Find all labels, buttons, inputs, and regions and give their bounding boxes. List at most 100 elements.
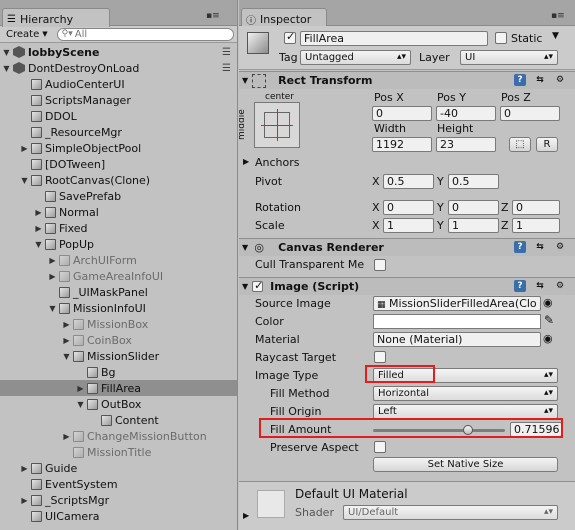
- raycast-target-checkbox[interactable]: [374, 351, 386, 363]
- hierarchy-item[interactable]: ▼ MissionInfoUI: [0, 300, 237, 316]
- hierarchy-item[interactable]: Bg: [0, 364, 237, 380]
- canvas-renderer-header[interactable]: ▼ ◎ Canvas Renderer ? ⇆ ⚙: [239, 238, 575, 256]
- search-input[interactable]: ⚲▾ All: [56, 27, 234, 41]
- pos-y-field[interactable]: -40: [436, 106, 496, 121]
- cull-transparent-checkbox[interactable]: [374, 259, 386, 271]
- help-icon[interactable]: ?: [514, 241, 526, 253]
- image-script-header[interactable]: ▼ Image (Script) ? ⇆ ⚙: [239, 277, 575, 295]
- hierarchy-item[interactable]: SavePrefab: [0, 188, 237, 204]
- fill-origin-dropdown[interactable]: Left ▴▾: [373, 404, 558, 419]
- hierarchy-item[interactable]: ▶ ArchUIForm: [0, 252, 237, 268]
- anchor-presets-button[interactable]: [254, 102, 300, 148]
- scale-y-field[interactable]: 1: [448, 218, 499, 233]
- pivot-x-field[interactable]: 0.5: [383, 174, 434, 189]
- object-picker-icon[interactable]: ◉: [543, 332, 553, 345]
- pivot-y-field[interactable]: 0.5: [448, 174, 499, 189]
- collapse-arrow-icon[interactable]: ▶: [20, 144, 29, 153]
- expand-arrow-icon[interactable]: ▼: [62, 352, 71, 361]
- hierarchy-item[interactable]: AudioCenterUI: [0, 76, 237, 92]
- collapse-arrow-icon[interactable]: ▶: [34, 208, 43, 217]
- hierarchy-item[interactable]: ▶ ChangeMissionButton: [0, 428, 237, 444]
- preserve-aspect-checkbox[interactable]: [374, 441, 386, 453]
- pos-z-field[interactable]: 0: [500, 106, 560, 121]
- tab-inspector[interactable]: ⓘ Inspector: [241, 8, 327, 27]
- hierarchy-item[interactable]: ▶ Guide: [0, 460, 237, 476]
- collapse-arrow-icon[interactable]: ▶: [76, 384, 85, 393]
- tag-dropdown[interactable]: Untagged ▴▾: [300, 50, 411, 65]
- scene-row[interactable]: ▼ DontDestroyOnLoad ☰: [0, 60, 237, 76]
- help-icon[interactable]: ?: [514, 74, 526, 86]
- hierarchy-item[interactable]: ▼ MissionSlider: [0, 348, 237, 364]
- hierarchy-item[interactable]: MissionTitle: [0, 444, 237, 460]
- foldout-arrow-icon[interactable]: ▶: [243, 511, 249, 520]
- hierarchy-item[interactable]: ▶ MissionBox: [0, 316, 237, 332]
- gear-icon[interactable]: ⚙: [554, 74, 566, 86]
- hierarchy-item[interactable]: UICamera: [0, 508, 237, 524]
- scene-menu-icon[interactable]: ☰: [222, 63, 231, 74]
- expand-arrow-icon[interactable]: ▼: [48, 304, 57, 313]
- rect-transform-header[interactable]: ▼ Rect Transform ? ⇆ ⚙: [239, 71, 575, 89]
- hierarchy-item[interactable]: ▶ GameAreaInfoUI: [0, 268, 237, 284]
- expand-arrow-icon[interactable]: ▼: [34, 240, 43, 249]
- expand-arrow-icon[interactable]: ▼: [76, 400, 85, 409]
- hierarchy-item[interactable]: [DOTween]: [0, 156, 237, 172]
- hierarchy-item[interactable]: ▶ FillArea: [0, 380, 237, 396]
- collapse-arrow-icon[interactable]: ▶: [62, 320, 71, 329]
- hierarchy-item[interactable]: ▶ Normal: [0, 204, 237, 220]
- hierarchy-item[interactable]: ScriptsManager: [0, 92, 237, 108]
- scene-row[interactable]: ▼ lobbyScene ☰: [0, 44, 237, 60]
- presets-icon[interactable]: ⇆: [534, 280, 546, 292]
- set-native-size-button[interactable]: Set Native Size: [373, 457, 558, 472]
- blueprint-mode-button[interactable]: ⬚: [509, 137, 531, 152]
- material-field[interactable]: None (Material): [373, 332, 541, 347]
- collapse-arrow-icon[interactable]: ▶: [62, 432, 71, 441]
- hierarchy-item[interactable]: ▼ OutBox: [0, 396, 237, 412]
- hierarchy-item[interactable]: DDOL: [0, 108, 237, 124]
- static-dropdown-icon[interactable]: ▼: [552, 31, 559, 41]
- height-field[interactable]: 23: [436, 137, 496, 152]
- pos-x-field[interactable]: 0: [372, 106, 432, 121]
- hierarchy-item[interactable]: Content: [0, 412, 237, 428]
- hierarchy-item[interactable]: ▶ _ScriptsMgr: [0, 492, 237, 508]
- object-picker-icon[interactable]: ◉: [543, 296, 553, 309]
- shader-dropdown[interactable]: UI/Default ▴▾: [343, 505, 558, 520]
- gear-icon[interactable]: ⚙: [554, 241, 566, 253]
- hierarchy-item[interactable]: ▼ RootCanvas(Clone): [0, 172, 237, 188]
- hierarchy-item[interactable]: ▼ PopUp: [0, 236, 237, 252]
- rot-y-field[interactable]: 0: [448, 200, 499, 215]
- inspector-menu-icon[interactable]: ▪≡: [551, 11, 565, 21]
- collapse-arrow-icon[interactable]: ▶: [20, 496, 29, 505]
- eyedropper-icon[interactable]: ✎: [544, 313, 554, 327]
- tab-hierarchy[interactable]: ☰ Hierarchy: [2, 8, 110, 27]
- collapse-arrow-icon[interactable]: ▶: [34, 224, 43, 233]
- source-image-field[interactable]: ▦ MissionSliderFilledArea(Clo: [373, 296, 541, 311]
- panel-menu-icon[interactable]: ▪≡: [206, 11, 220, 21]
- expand-arrow-icon[interactable]: ▼: [20, 176, 29, 185]
- collapse-arrow-icon[interactable]: ▶: [48, 272, 57, 281]
- collapse-arrow-icon[interactable]: ▶: [48, 256, 57, 265]
- layer-dropdown[interactable]: UI ▴▾: [460, 50, 558, 65]
- color-swatch[interactable]: [373, 314, 541, 329]
- width-field[interactable]: 1192: [372, 137, 432, 152]
- hierarchy-item[interactable]: ▶ Fixed: [0, 220, 237, 236]
- presets-icon[interactable]: ⇆: [534, 74, 546, 86]
- object-name-field[interactable]: FillArea: [300, 31, 488, 46]
- static-checkbox[interactable]: [495, 32, 507, 44]
- create-button[interactable]: Create ▼: [3, 28, 51, 41]
- hierarchy-item[interactable]: _ResourceMgr: [0, 124, 237, 140]
- scale-z-field[interactable]: 1: [512, 218, 560, 233]
- scale-x-field[interactable]: 1: [383, 218, 434, 233]
- presets-icon[interactable]: ⇆: [534, 241, 546, 253]
- collapse-arrow-icon[interactable]: ▶: [20, 464, 29, 473]
- help-icon[interactable]: ?: [514, 280, 526, 292]
- rot-z-field[interactable]: 0: [512, 200, 560, 215]
- hierarchy-item[interactable]: ▶ SimpleObjectPool: [0, 140, 237, 156]
- hierarchy-item[interactable]: ▶ CoinBox: [0, 332, 237, 348]
- raw-edit-button[interactable]: R: [536, 137, 558, 152]
- rot-x-field[interactable]: 0: [383, 200, 434, 215]
- collapse-arrow-icon[interactable]: ▶: [62, 336, 71, 345]
- expand-arrow-icon[interactable]: ▼: [2, 64, 11, 73]
- hierarchy-item[interactable]: EventSystem: [0, 476, 237, 492]
- gear-icon[interactable]: ⚙: [554, 280, 566, 292]
- expand-arrow-icon[interactable]: ▼: [2, 48, 11, 57]
